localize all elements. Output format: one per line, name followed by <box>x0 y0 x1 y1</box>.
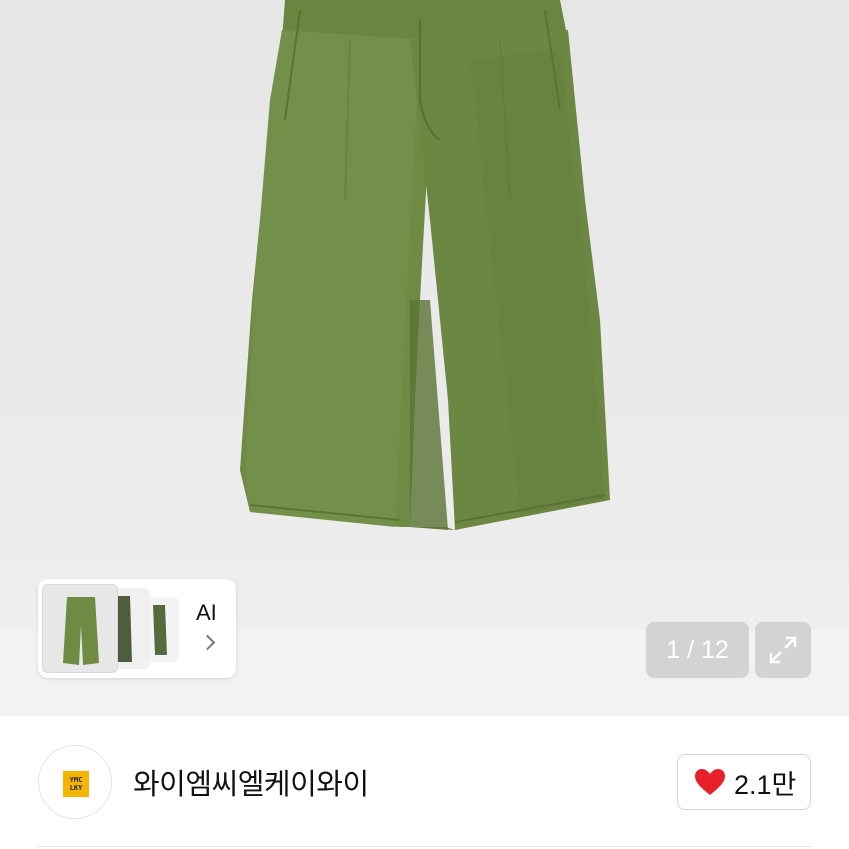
product-image-gallery[interactable]: AI 1 / 12 <box>0 0 849 716</box>
image-counter: 1 / 12 <box>646 622 749 678</box>
expand-icon <box>769 636 797 664</box>
seller-logo: YMC LKY <box>63 771 89 797</box>
chevron-right-icon[interactable] <box>199 634 216 651</box>
logo-text-line1: YMC <box>69 776 83 784</box>
heart-icon <box>695 769 725 795</box>
expand-button[interactable] <box>755 622 811 678</box>
divider <box>38 846 811 847</box>
thumbnail-strip[interactable]: AI <box>38 579 236 678</box>
seller-name[interactable]: 와이엠씨엘케이와이 <box>133 761 369 803</box>
like-button[interactable]: 2.1만 <box>677 754 811 810</box>
like-count: 2.1만 <box>734 769 797 800</box>
logo-text-line2: LKY <box>69 784 83 792</box>
seller-avatar[interactable]: YMC LKY <box>38 745 112 819</box>
thumbnail-1-selected[interactable] <box>42 584 118 673</box>
ai-label[interactable]: AI <box>196 600 217 626</box>
